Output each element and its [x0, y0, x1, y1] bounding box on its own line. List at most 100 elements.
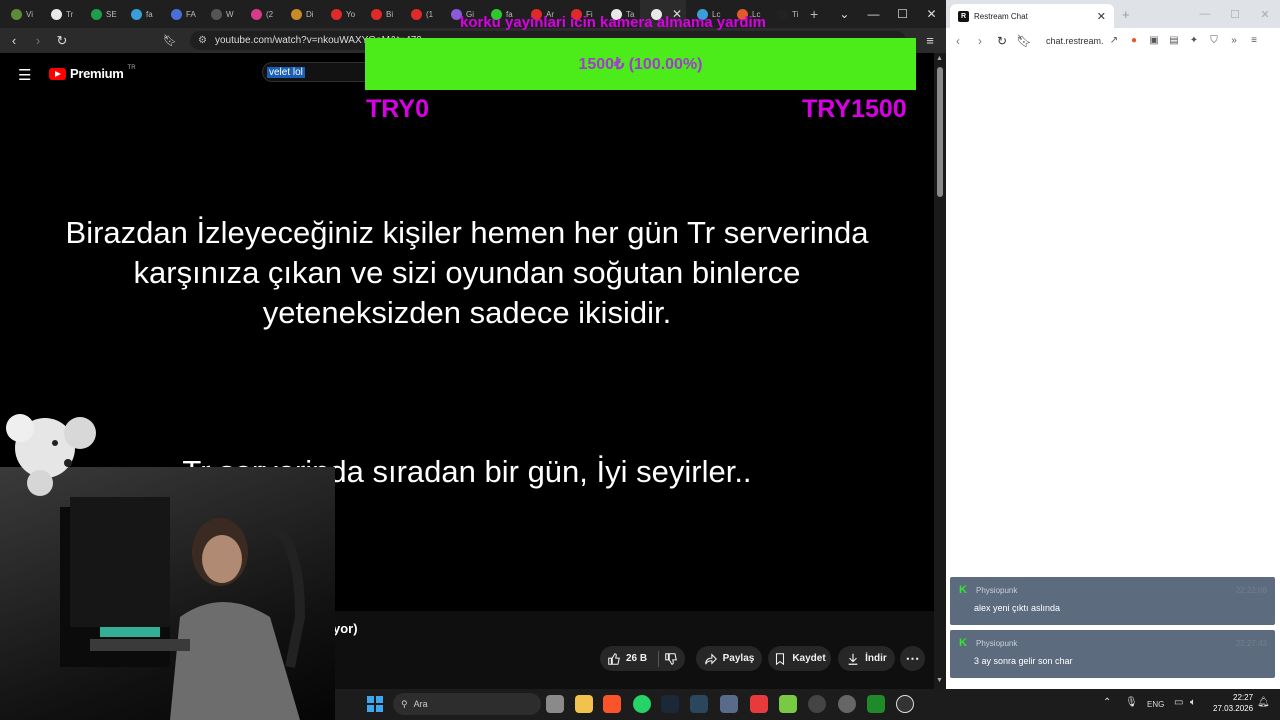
maximize-button[interactable]: ☐: [888, 7, 917, 21]
goal-max-label: TRY1500: [802, 95, 907, 123]
file-explorer-icon[interactable]: [575, 695, 593, 713]
tab-search-icon[interactable]: ⌄: [830, 7, 859, 21]
ai-icon[interactable]: ✦: [1184, 35, 1204, 46]
start-button[interactable]: [367, 696, 383, 712]
search-input[interactable]: velet lol: [262, 62, 366, 82]
network-icon[interactable]: ▭: [1174, 697, 1183, 708]
like-button[interactable]: 26 B: [600, 646, 685, 671]
page-scrollbar[interactable]: ▲ ▼: [934, 53, 946, 689]
close-window-button[interactable]: ✕: [917, 7, 946, 21]
scroll-down-icon[interactable]: ▼: [936, 677, 943, 684]
obs-icon[interactable]: [808, 695, 826, 713]
browser-tab[interactable]: (1: [400, 0, 440, 28]
close-tab-icon[interactable]: ✕: [1097, 10, 1106, 23]
browser-tab[interactable]: Tr: [40, 0, 80, 28]
tray-chevron-icon[interactable]: ⌃: [1103, 697, 1111, 708]
language-indicator[interactable]: ENG: [1147, 700, 1164, 709]
kick-platform-icon: K: [959, 584, 967, 596]
app-icon[interactable]: [720, 695, 738, 713]
media-app-icon[interactable]: [750, 695, 768, 713]
browser-tab[interactable]: fa: [120, 0, 160, 28]
browser-tab[interactable]: Vi: [0, 0, 40, 28]
goal-progress-text: 1500₺ (100.00%): [578, 56, 703, 73]
youtube-play-icon: [49, 67, 66, 80]
save-button[interactable]: Kaydet: [768, 646, 831, 671]
site-info-icon[interactable]: ⚙︎: [198, 35, 207, 46]
share-button[interactable]: Paylaş: [696, 646, 762, 671]
steam-icon[interactable]: [661, 695, 679, 713]
tab-label: Tr: [66, 9, 74, 19]
scrollbar-thumb[interactable]: [937, 67, 943, 197]
menu-icon[interactable]: ≡: [920, 33, 940, 48]
browser-tab[interactable]: Ti: [766, 0, 806, 28]
taskbar-search[interactable]: ⚲ Ara: [393, 693, 541, 715]
brave-browser-icon[interactable]: [603, 695, 621, 713]
task-view-icon[interactable]: [546, 695, 564, 713]
right-bookmark-icon[interactable]: 🔖︎: [1014, 34, 1034, 48]
notifications-icon[interactable]: 🔔︎: [1257, 697, 1270, 708]
browser-tab[interactable]: SE: [80, 0, 120, 28]
play-app-icon[interactable]: [867, 695, 885, 713]
right-new-tab-button[interactable]: +: [1122, 7, 1130, 22]
goal-title: korku yayinlari icin kamera almama yardi…: [460, 14, 766, 31]
chat-username: Physiopunk: [976, 586, 1018, 595]
right-menu-icon[interactable]: ≡: [1244, 35, 1264, 46]
settings-gear-icon[interactable]: [838, 695, 856, 713]
download-button[interactable]: İndir: [838, 646, 895, 671]
steam-2-icon[interactable]: [690, 695, 708, 713]
microphone-icon[interactable]: 🎙︎: [1125, 697, 1138, 708]
tab-favicon-icon: [411, 8, 422, 20]
whatsapp-icon[interactable]: [633, 695, 651, 713]
restream-favicon-icon: R: [958, 10, 969, 22]
sidebar-icon[interactable]: ▣: [1144, 35, 1164, 46]
minimize-button[interactable]: —: [859, 7, 888, 21]
chat-message: K Physiopunk 22:27:43 3 ay sonra gelir s…: [950, 630, 1275, 678]
save-label: Kaydet: [792, 653, 826, 664]
tab-label: fa: [146, 9, 153, 19]
game-app-icon[interactable]: [779, 695, 797, 713]
clock[interactable]: 22:27 27.03.2026: [1213, 692, 1253, 714]
browser-tab[interactable]: FA: [160, 0, 200, 28]
browser-tab[interactable]: Yo: [320, 0, 360, 28]
scroll-up-icon[interactable]: ▲: [936, 55, 943, 62]
tab-label: Bi: [386, 9, 394, 19]
browser-tab[interactable]: Bi: [360, 0, 400, 28]
forward-button[interactable]: ›: [28, 33, 48, 48]
wallet-icon[interactable]: ▤: [1164, 35, 1184, 46]
tab-favicon-icon: [171, 8, 182, 20]
extension-icon[interactable]: ●: [1124, 35, 1144, 46]
browser-tab[interactable]: W: [200, 0, 240, 28]
shield-icon[interactable]: ⛉: [1204, 35, 1224, 46]
more-actions-button[interactable]: ⋯: [900, 646, 925, 671]
hamburger-menu-icon[interactable]: ☰: [18, 66, 31, 84]
right-back-button[interactable]: ‹: [948, 34, 968, 48]
tab-favicon-icon: [777, 8, 788, 20]
chat-timestamp: 22:22:08: [1235, 586, 1267, 595]
media-player-icon[interactable]: [896, 695, 914, 713]
new-tab-button[interactable]: +: [810, 6, 830, 22]
back-button[interactable]: ‹: [4, 33, 24, 48]
chevron-more-icon[interactable]: »: [1224, 35, 1244, 46]
taskbar-search-placeholder: Ara: [413, 699, 428, 709]
right-close-button[interactable]: ✕: [1250, 8, 1280, 21]
right-toolbar: ‹ › ↻ 🔖︎ chat.restream.io ↗ ● ▣ ▤ ✦ ⛉ » …: [946, 28, 1280, 53]
right-forward-button[interactable]: ›: [970, 34, 990, 48]
tab-favicon-icon: [51, 8, 62, 20]
browser-tab[interactable]: (2: [240, 0, 280, 28]
browser-tab[interactable]: Di: [280, 0, 320, 28]
volume-icon[interactable]: 🔈︎: [1190, 697, 1196, 708]
right-maximize-button[interactable]: ☐: [1220, 8, 1250, 21]
tab-label: Ti: [792, 9, 799, 19]
right-minimize-button[interactable]: —: [1190, 8, 1220, 20]
tab-favicon-icon: [11, 8, 22, 20]
mascot-sticker-icon: [0, 408, 100, 498]
bookmark-icon[interactable]: 🔖︎: [160, 34, 180, 47]
tab-label: (2: [266, 9, 274, 19]
right-address-text[interactable]: chat.restream.io: [1046, 36, 1104, 46]
thumbs-down-icon[interactable]: [664, 652, 678, 666]
reload-icon[interactable]: ↻: [52, 33, 72, 49]
right-reload-icon[interactable]: ↻: [992, 34, 1012, 48]
tab-restream-chat[interactable]: R Restream Chat ✕: [950, 4, 1114, 28]
youtube-premium-logo[interactable]: Premium TR: [49, 65, 136, 81]
share-page-icon[interactable]: ↗: [1104, 35, 1124, 46]
